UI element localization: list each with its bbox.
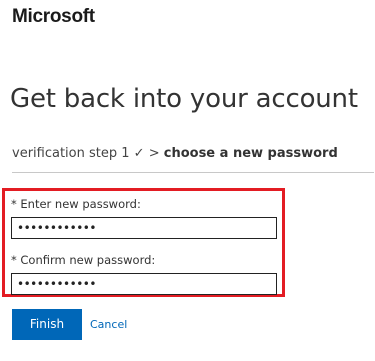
confirm-password-field[interactable]: •••••••••••• [11, 273, 277, 295]
new-password-label: * Enter new password: [11, 197, 141, 211]
chevron-right-icon: > [148, 146, 160, 161]
page-title: Get back into your account [10, 84, 358, 114]
new-password-field[interactable]: •••••••••••• [11, 217, 277, 239]
breadcrumb: verification step 1 ✓ > choose a new pas… [12, 146, 374, 173]
breadcrumb-step-current: choose a new password [163, 146, 338, 161]
microsoft-logo: Microsoft [12, 6, 95, 27]
breadcrumb-step-verification: verification step 1 [12, 146, 130, 161]
cancel-link[interactable]: Cancel [90, 318, 127, 331]
finish-button[interactable]: Finish [12, 309, 82, 340]
checkmark-icon: ✓ [133, 146, 145, 161]
confirm-password-label: * Confirm new password: [11, 253, 156, 267]
